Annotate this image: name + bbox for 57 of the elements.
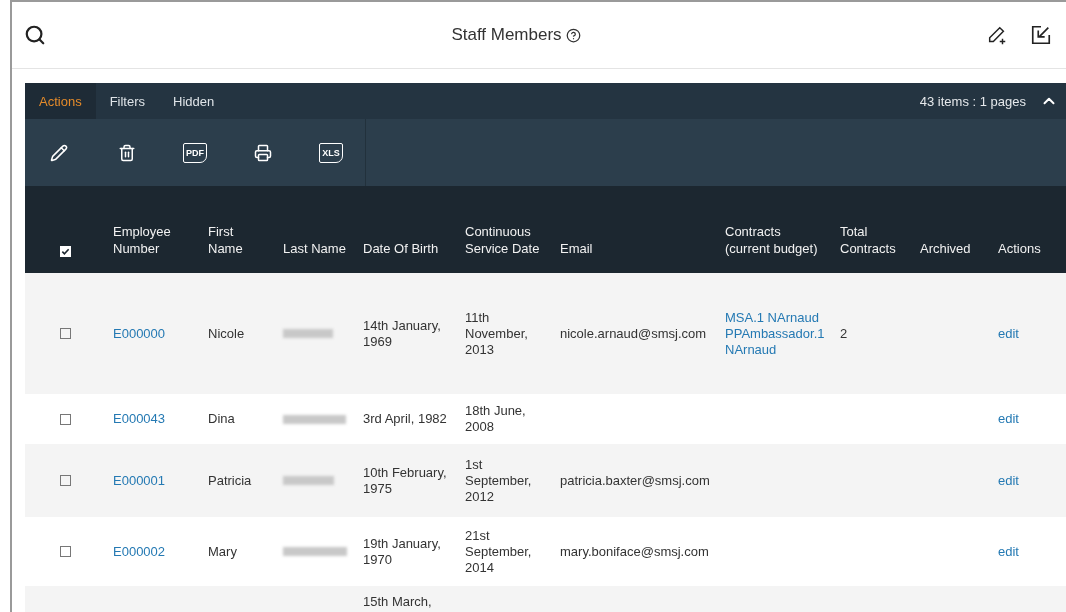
table-cell: 3rd April, 1982 <box>363 411 447 427</box>
column-header: Last Name <box>282 240 347 258</box>
file-icon: PDF <box>183 142 207 163</box>
table-cell-text: 18th June, 2008 <box>465 403 527 435</box>
trash-icon <box>118 143 136 162</box>
table-cell-text: 19th January, 1970 <box>363 535 442 568</box>
toolbar-button[interactable]: PDF <box>161 119 229 186</box>
file-icon: XLS <box>319 142 343 163</box>
tab[interactable]: Actions <box>25 83 96 119</box>
column-header: Continuous Service Date <box>464 223 541 258</box>
employee-link[interactable]: E000000 <box>113 325 166 342</box>
contract-link[interactable]: MSA.1 NArnaud <box>725 309 825 326</box>
table-cell: 15th March, <box>363 594 432 610</box>
table-cell: Patricia <box>208 472 252 489</box>
checkbox[interactable] <box>59 475 71 486</box>
contract-link[interactable]: PPAmbassador.1 NArnaud <box>725 325 825 358</box>
printer-icon <box>254 143 272 162</box>
toolbar-button[interactable]: XLS <box>297 119 365 186</box>
column-header: Employee Number <box>112 223 172 258</box>
table-cell-text: 1st September, 2012 <box>465 456 533 505</box>
exit-icon[interactable] <box>1030 24 1052 46</box>
edit-link[interactable]: edit <box>998 411 1019 427</box>
employee-link[interactable]: E000002 <box>113 543 166 560</box>
help-icon[interactable] <box>565 27 581 43</box>
table-cell: 2 <box>840 325 848 342</box>
table-cell-text: 14th January, 1969 <box>363 317 442 350</box>
pencil-plus-icon[interactable] <box>986 24 1008 46</box>
employee-link[interactable]: E000043 <box>113 411 166 427</box>
table-cell: Nicole <box>208 325 245 342</box>
table-cell: patricia.baxter@smsj.com <box>560 472 710 489</box>
table-cell: mary.boniface@smsj.com <box>560 543 709 560</box>
employee-link[interactable]: E000001 <box>113 472 166 489</box>
column-header: Email <box>559 240 594 258</box>
column-header: Archived <box>919 240 972 258</box>
column-header: Actions <box>997 240 1042 258</box>
search-icon[interactable] <box>24 24 46 46</box>
item-count: 43 items : 1 pages <box>919 93 1026 109</box>
window-title: Staff Members <box>451 25 562 45</box>
pencil-icon <box>50 143 68 162</box>
edit-link[interactable]: edit <box>998 543 1019 560</box>
checkbox[interactable] <box>59 328 71 339</box>
table-cell: nicole.arnaud@smsj.com <box>560 325 707 342</box>
checkbox[interactable] <box>59 546 71 557</box>
column-header: Contracts (current budget) <box>724 223 819 258</box>
column-header: Total Contracts <box>839 223 897 258</box>
table-cell: Dina <box>208 411 235 427</box>
edit-link[interactable]: edit <box>998 472 1019 489</box>
checkbox[interactable] <box>59 413 71 425</box>
table-cell-text: 21st September, 2014 <box>465 527 533 576</box>
edit-link[interactable]: edit <box>998 325 1019 342</box>
tab[interactable]: Hidden <box>159 83 229 119</box>
table-cell: Mary <box>208 543 237 560</box>
column-header: First Name <box>207 223 244 258</box>
table-cell-text: 10th February, 1975 <box>363 464 448 497</box>
column-header: Date Of Birth <box>362 240 440 258</box>
table-cell-text: 11th November, 2013 <box>465 309 529 358</box>
tab[interactable]: Filters <box>95 83 160 119</box>
